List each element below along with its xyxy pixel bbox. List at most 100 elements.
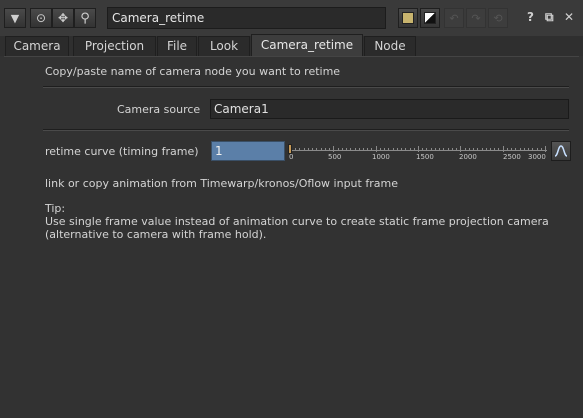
slider-tick <box>485 148 487 151</box>
slider-tick <box>401 148 403 151</box>
revert-button[interactable]: ⟲ <box>488 8 508 28</box>
tab-bar: Camera Projection File Look Camera_retim… <box>0 34 583 56</box>
slider-tick <box>477 148 479 151</box>
tab-projection[interactable]: Projection <box>73 36 156 56</box>
slider-tick <box>473 148 475 151</box>
center-node-button[interactable]: ⊙ <box>30 8 52 28</box>
revert-icon: ⟲ <box>493 11 503 25</box>
slider-tick <box>460 146 462 152</box>
instruction-text: Copy/paste name of camera node you want … <box>45 65 341 78</box>
target-icon: ⊙ <box>35 11 47 25</box>
slider-tick <box>367 148 369 151</box>
slider-tick <box>447 148 449 151</box>
retime-curve-label: retime curve (timing frame) <box>45 145 199 158</box>
float-icon[interactable]: ⧉ <box>545 10 554 25</box>
tab-node[interactable]: Node <box>364 36 416 56</box>
close-icon[interactable]: ✕ <box>564 10 574 24</box>
slider-tick <box>515 148 517 151</box>
tick-label: 1500 <box>416 153 434 161</box>
slider-tick <box>358 148 360 151</box>
gl-color-button[interactable] <box>420 8 440 28</box>
slider-tick <box>375 146 377 152</box>
slider-tick <box>337 148 339 151</box>
slider-tick <box>409 148 411 151</box>
animation-curve-button[interactable] <box>551 141 571 161</box>
wrench-icon: ⚲ <box>80 10 90 26</box>
slider-tick <box>489 148 491 151</box>
tab-camera[interactable]: Camera <box>5 36 69 56</box>
slider-tick <box>329 148 331 151</box>
divider <box>43 129 569 131</box>
slider-tick <box>532 148 534 151</box>
slider-tick <box>320 148 322 151</box>
slider-tick <box>299 148 301 151</box>
input-button[interactable]: ✥ <box>52 8 74 28</box>
panel-header: ▼ ⊙ ✥ ⚲ Camera_retime ↶ ↷ ⟲ ? ⧉ ✕ <box>0 0 583 36</box>
slider-tick <box>307 148 309 151</box>
tab-file[interactable]: File <box>157 36 197 56</box>
color-swatch-icon <box>402 12 414 24</box>
tip-line: (alternative to camera with frame hold). <box>45 228 267 241</box>
slider-tick <box>413 148 415 151</box>
slider-tick <box>439 148 441 151</box>
slider-tick <box>506 148 508 151</box>
slider-tick <box>418 146 419 152</box>
slider-tick <box>346 148 348 151</box>
curve-icon <box>554 145 568 157</box>
slider-tick <box>536 148 538 151</box>
slider-tick <box>434 148 436 151</box>
tab-camera-retime[interactable]: Camera_retime <box>251 34 363 56</box>
slider-tick <box>362 148 364 151</box>
undo-icon: ↶ <box>449 11 459 25</box>
settings-button[interactable]: ⚲ <box>74 8 96 28</box>
tip-line: Use single frame value instead of animat… <box>45 215 549 228</box>
slider-tick <box>354 148 356 151</box>
slider-tick <box>324 148 326 151</box>
node-name-field[interactable]: Camera_retime <box>107 7 386 29</box>
slider-tick <box>392 148 394 151</box>
tick-label: 1000 <box>372 153 390 161</box>
tick-label: 2500 <box>503 153 521 161</box>
link-note-text: link or copy animation from Timewarp/kro… <box>45 177 398 190</box>
slider-tick <box>316 148 318 151</box>
tip-title: Tip: <box>45 202 66 215</box>
slider-tick <box>295 148 297 151</box>
tab-content: Copy/paste name of camera node you want … <box>4 56 579 415</box>
slider-tick <box>502 146 504 152</box>
camera-source-input[interactable]: Camera1 <box>210 99 569 119</box>
help-icon[interactable]: ? <box>527 10 534 24</box>
slider-tick <box>312 148 314 151</box>
node-color-button[interactable] <box>398 8 418 28</box>
tick-label: 0 <box>289 153 294 161</box>
bw-swatch-icon <box>424 12 436 24</box>
slider-tick <box>396 148 398 151</box>
slider-tick <box>426 148 428 151</box>
tab-look[interactable]: Look <box>198 36 250 56</box>
slider-tick <box>456 148 458 151</box>
slider-tick <box>494 148 496 151</box>
slider-tick <box>371 148 373 151</box>
redo-button[interactable]: ↷ <box>466 8 486 28</box>
slider-tick <box>545 146 546 152</box>
triangle-down-icon: ▼ <box>10 11 20 25</box>
tick-label: 3000 <box>528 153 546 161</box>
slider-tick <box>451 148 453 151</box>
slider-tick <box>350 148 352 151</box>
node-properties-panel: ▼ ⊙ ✥ ⚲ Camera_retime ↶ ↷ ⟲ ? ⧉ ✕ Camera… <box>0 0 583 418</box>
redo-icon: ↷ <box>471 11 481 25</box>
undo-button[interactable]: ↶ <box>444 8 464 28</box>
slider-tick <box>464 148 466 151</box>
slider-tick <box>379 148 381 151</box>
retime-value-input[interactable]: 1 <box>211 141 285 161</box>
retime-slider[interactable]: 0 500 1000 1500 2000 2500 3000 <box>287 141 549 165</box>
slider-tick <box>511 148 513 151</box>
slider-tick <box>528 148 530 151</box>
slider-tick <box>481 148 483 151</box>
slider-tick <box>540 148 542 151</box>
slider-tick <box>519 148 521 151</box>
slider-tick <box>422 148 424 151</box>
slider-tick <box>430 148 432 151</box>
node-icon: ✥ <box>57 11 69 25</box>
tick-label: 2000 <box>459 153 477 161</box>
collapse-button[interactable]: ▼ <box>4 8 26 28</box>
